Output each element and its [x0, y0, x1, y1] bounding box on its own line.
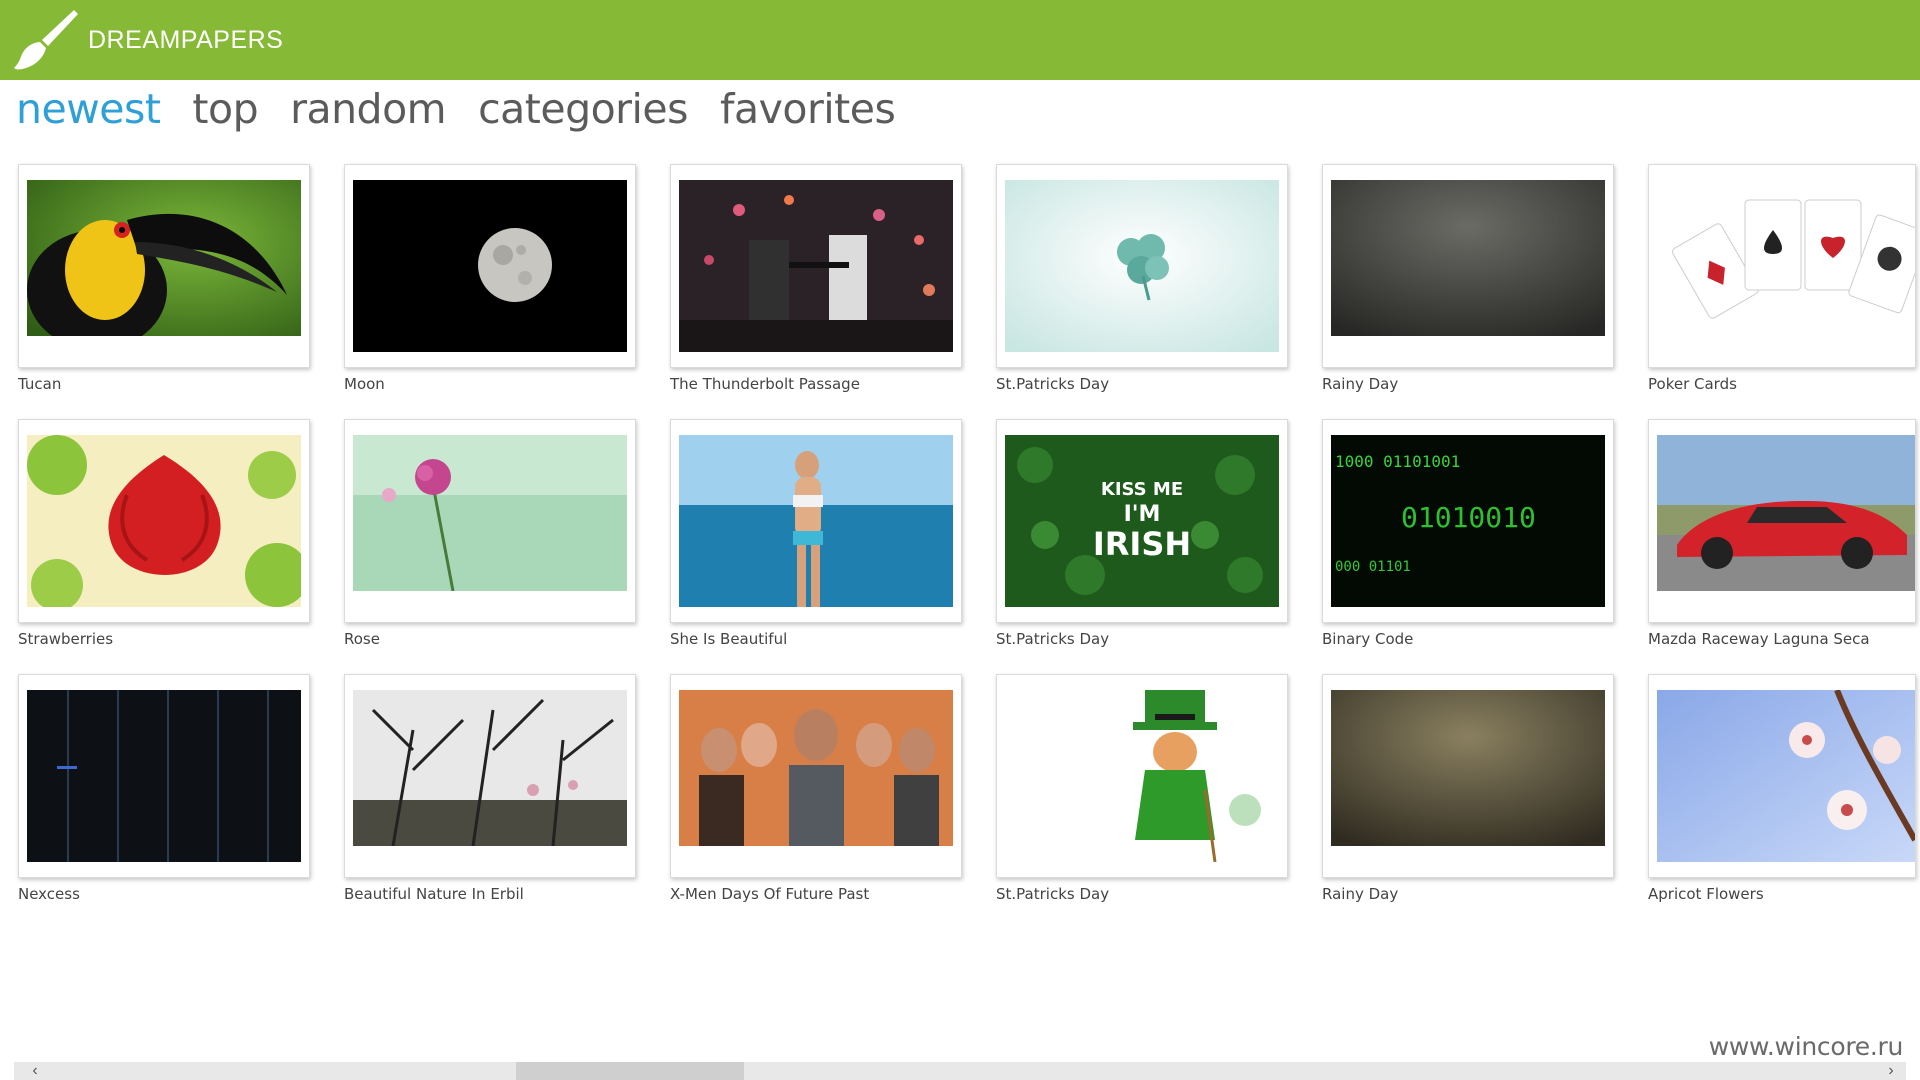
wallpaper-tile-moon[interactable]: Moon	[344, 164, 636, 416]
wallpaper-tile-nexcess[interactable]: Nexcess	[18, 674, 310, 926]
thumbnail-frame	[344, 164, 636, 368]
wallpaper-title: X-Men Days Of Future Past	[670, 885, 870, 903]
thumbnail-frame	[670, 419, 962, 623]
wallpaper-title: She Is Beautiful	[670, 630, 788, 648]
app-title: DREAMPAPERS	[88, 26, 284, 54]
wallpaper-tile-st-patricks-1[interactable]: St.Patricks Day	[996, 164, 1288, 416]
thumbnail-frame	[996, 164, 1288, 368]
chevron-left-icon[interactable]: ‹	[26, 1062, 44, 1080]
tab-categories[interactable]: categories	[478, 84, 688, 138]
wallpaper-tile-rose[interactable]: Rose	[344, 419, 636, 671]
wallpaper-title: Rose	[344, 630, 380, 648]
wallpaper-title: Beautiful Nature In Erbil	[344, 885, 524, 903]
wallpaper-tile-mazda-raceway[interactable]: Mazda Raceway Laguna Seca	[1648, 419, 1920, 671]
thumbnail-thunderbolt	[679, 180, 953, 352]
scrollbar-thumb[interactable]	[516, 1062, 744, 1080]
chevron-right-icon[interactable]: ›	[1882, 1062, 1900, 1080]
thumbnail-rainy-day-1	[1331, 180, 1605, 336]
binary-line-1: 1000 01101001	[1335, 452, 1460, 471]
binary-line-3: 000 01101	[1335, 559, 1411, 575]
thumbnail-frame	[670, 674, 962, 878]
thumbnail-moon	[353, 180, 627, 352]
wallpaper-tile-st-patricks-3[interactable]: St.Patricks Day	[996, 674, 1288, 926]
wallpaper-tile-thunderbolt[interactable]: The Thunderbolt Passage	[670, 164, 962, 416]
wallpaper-title: Mazda Raceway Laguna Seca	[1648, 630, 1870, 648]
thumbnail-frame	[344, 674, 636, 878]
wallpaper-title: Binary Code	[1322, 630, 1414, 648]
thumbnail-frame	[670, 164, 962, 368]
thumbnail-frame	[18, 419, 310, 623]
thumbnail-frame	[344, 419, 636, 623]
thumbnail-st-patricks-2: KISS ME I'M IRISH	[1005, 435, 1279, 607]
wallpaper-title: The Thunderbolt Passage	[670, 375, 860, 393]
thumbnail-frame	[1648, 674, 1916, 878]
thumbnail-frame	[1322, 674, 1614, 878]
thumbnail-frame: KISS ME I'M IRISH	[996, 419, 1288, 623]
wallpaper-tile-she-is-beautiful[interactable]: She Is Beautiful	[670, 419, 962, 671]
thumbnail-nature-erbil	[353, 690, 627, 846]
wallpaper-title: Apricot Flowers	[1648, 885, 1764, 903]
thumbnail-frame	[1648, 164, 1916, 368]
wallpaper-tile-poker-cards[interactable]: Poker Cards	[1648, 164, 1920, 416]
app-header: DREAMPAPERS	[0, 0, 1920, 80]
wallpaper-tile-x-men[interactable]: X-Men Days Of Future Past	[670, 674, 962, 926]
thumbnail-st-patricks-3	[1005, 690, 1279, 862]
wallpaper-title: Tucan	[18, 375, 62, 393]
wallpaper-title: Rainy Day	[1322, 885, 1399, 903]
wallpaper-title: Rainy Day	[1322, 375, 1399, 393]
wallpaper-tile-tucan[interactable]: Tucan	[18, 164, 310, 416]
wallpaper-tile-binary-code[interactable]: 1000 01101001 01010010 000 01101 Binary …	[1322, 419, 1614, 671]
tab-newest[interactable]: newest	[16, 84, 161, 138]
wallpaper-title: St.Patricks Day	[996, 885, 1110, 903]
wallpaper-title: Moon	[344, 375, 385, 393]
thumbnail-rainy-day-2	[1331, 690, 1605, 846]
wallpaper-tile-nature-erbil[interactable]: Beautiful Nature In Erbil	[344, 674, 636, 926]
thumbnail-frame	[18, 674, 310, 878]
watermark-text: www.wincore.ru	[1708, 1032, 1904, 1061]
thumbnail-frame	[996, 674, 1288, 878]
wallpaper-tile-st-patricks-2[interactable]: KISS ME I'M IRISH St.Patricks Day	[996, 419, 1288, 671]
thumbnail-tucan	[27, 180, 301, 336]
kiss-me-text: KISS ME	[1101, 479, 1183, 500]
pivot-nav: newest top random categories favorites	[16, 84, 927, 138]
thumbnail-she-is-beautiful	[679, 435, 953, 607]
thumbnail-rose	[353, 435, 627, 591]
thumbnail-st-patricks-1	[1005, 180, 1279, 352]
paintbrush-icon[interactable]	[10, 6, 80, 74]
thumbnail-strawberries	[27, 435, 301, 607]
thumbnail-frame	[18, 164, 310, 368]
thumbnail-frame: 1000 01101001 01010010 000 01101	[1322, 419, 1614, 623]
thumbnail-nexcess	[27, 690, 301, 862]
wallpaper-title: St.Patricks Day	[996, 375, 1110, 393]
thumbnail-mazda-raceway	[1657, 435, 1915, 591]
thumbnail-x-men	[679, 690, 953, 846]
wallpaper-title: Strawberries	[18, 630, 114, 648]
thumbnail-frame	[1648, 419, 1916, 623]
wallpaper-tile-strawberries[interactable]: Strawberries	[18, 419, 310, 671]
binary-line-2: 01010010	[1401, 501, 1536, 534]
wallpaper-tile-apricot-flowers[interactable]: Apricot Flowers	[1648, 674, 1920, 926]
thumbnail-binary-code: 1000 01101001 01010010 000 01101	[1331, 435, 1605, 607]
tab-favorites[interactable]: favorites	[720, 84, 896, 138]
tab-top[interactable]: top	[192, 84, 258, 138]
im-text: I'M	[1124, 502, 1161, 527]
wallpaper-title: St.Patricks Day	[996, 630, 1110, 648]
thumbnail-poker-cards	[1657, 180, 1915, 352]
app-window: DREAMPAPERS newest top random categories…	[0, 0, 1920, 1080]
thumbnail-frame	[1322, 164, 1614, 368]
thumbnail-apricot-flowers	[1657, 690, 1915, 862]
irish-text: IRISH	[1093, 525, 1191, 563]
wallpaper-title: Poker Cards	[1648, 375, 1737, 393]
wallpaper-title: Nexcess	[18, 885, 80, 903]
wallpaper-tile-rainy-day-2[interactable]: Rainy Day	[1322, 674, 1614, 926]
horizontal-scrollbar[interactable]: ‹ ›	[14, 1062, 1906, 1080]
wallpaper-tile-rainy-day-1[interactable]: Rainy Day	[1322, 164, 1614, 416]
tab-random[interactable]: random	[290, 84, 447, 138]
